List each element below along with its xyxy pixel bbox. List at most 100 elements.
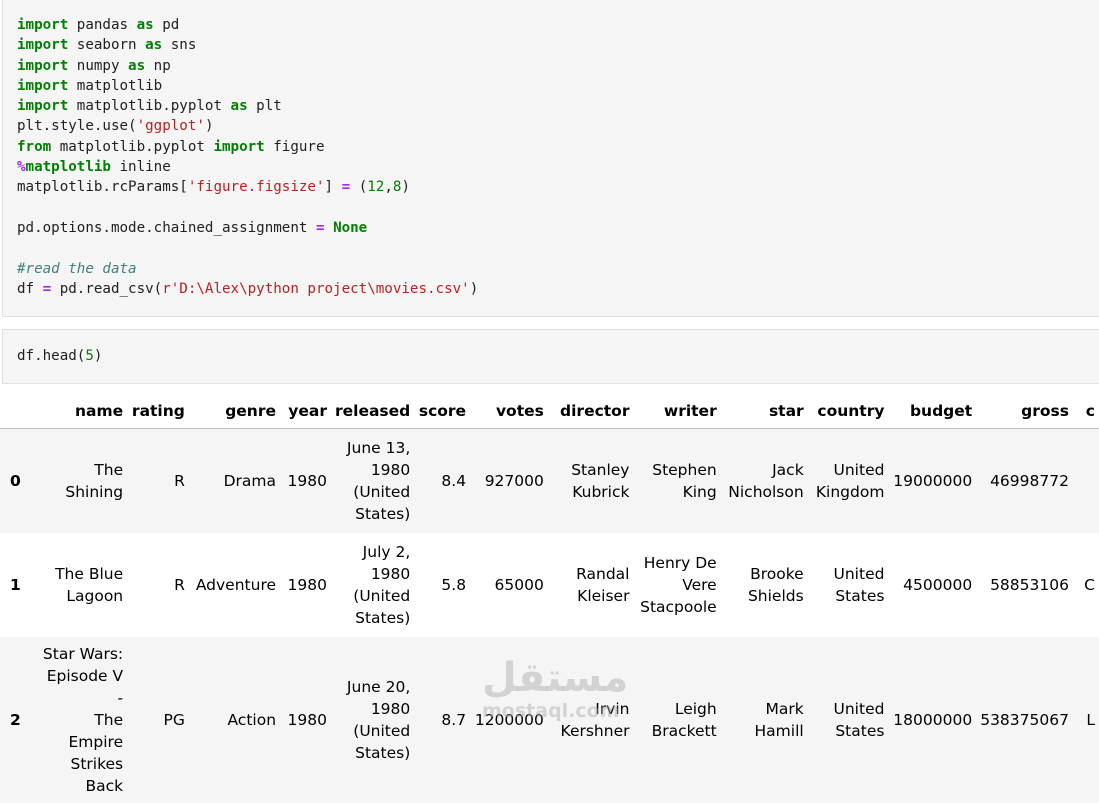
code-token: import [17,57,69,74]
table-cell: United States [833,564,885,605]
code-token: matplotlib.pyplot [51,138,214,155]
code-line: %matplotlib inline [17,159,171,175]
row-index: 2 [10,710,21,729]
table-cell: June 13, 1980 (United States) [346,438,411,523]
column-header: votes [470,396,548,429]
code-line: import pandas as pd [17,17,179,33]
table-cell: Adventure [195,575,277,594]
code-token: np [145,57,171,74]
table-cell: Stephen King [652,460,717,501]
code-token: 'figure.figsize' [187,179,325,196]
code-token: df.head( [17,348,86,364]
table-row: 1 The Blue Lagoon R Adventure 1980 July 2, 1980… [0,533,1099,637]
code-token: = [42,280,52,297]
code-token: plt [247,98,282,115]
code-token: import [17,98,69,115]
code-token: = [315,219,325,236]
code-line: import numpy as np [17,58,171,74]
code-token: plt.style.use( [17,118,137,135]
table-cell: 5.8 [441,575,467,594]
table-cell: 538375067 [980,710,1069,729]
code-token: pd [153,17,180,33]
column-header: rating [127,396,189,429]
column-header: budget [888,396,977,429]
table-cell: PG [163,710,185,729]
table-cell: 46998772 [990,471,1069,490]
table-cell: 1980 [287,471,327,490]
code-cell-imports[interactable]: import pandas as pd import seaborn as sn… [2,0,1099,317]
table-row: 2 Star Wars: Episode V - The Empire Strikes … [0,636,1099,803]
code-token: as [128,57,146,74]
table-cell: United States [833,699,885,740]
code-token: sns [162,37,197,54]
code-token: 'ggplot' [136,118,205,135]
column-header: name [34,396,128,429]
code-token: % [17,159,26,176]
table-cell: R [174,575,185,594]
code-token: 12 [367,179,385,196]
code-token: , [384,179,393,196]
table-cell: Irvin Kershner [560,699,630,740]
code-token: from [17,138,52,155]
table-cell: Mark Hamill [754,699,804,740]
column-header: country [807,396,889,429]
code-token: as [145,37,163,54]
table-cell: Henry De Vere Stacpoole [640,553,717,616]
table-cell: 8.4 [441,471,467,490]
column-header: year [280,396,331,429]
table-cell: 18000000 [893,710,973,729]
code-line: #read the data [17,261,137,277]
column-header: director [547,396,634,429]
code-token: #read the data [17,260,137,277]
code-token: as [230,98,248,115]
code-token: seaborn [68,37,146,54]
code-token: matplotlib [68,77,163,94]
code-token: ) [93,348,103,364]
table-cell: Brooke Shields [747,564,804,605]
code-token: ] [324,179,342,196]
table-cell: Drama [223,471,277,490]
table-cell: 58853106 [990,575,1069,594]
dataframe-header-row: name rating genre year released score vo… [0,396,1099,429]
code-token: ) [204,118,214,135]
row-index: 0 [10,471,21,490]
code-token: import [213,138,265,155]
table-cell: Randal Kleiser [576,564,630,605]
column-header: writer [633,396,721,429]
table-cell: 65000 [494,575,544,594]
table-cell: 1980 [287,575,327,594]
code-token: ) [401,179,410,196]
code-line: import matplotlib.pyplot as plt [17,98,282,114]
code-token: figure [264,138,325,155]
table-cell: 8.7 [441,710,467,729]
table-cell: Stanley Kubrick [571,460,630,501]
code-token: ) [469,280,479,297]
code-token: pd.read_csv( [51,280,163,297]
code-token: import [17,17,69,33]
code-token: 5 [85,348,94,364]
table-cell: Star Wars: Episode V - The Empire Strikes B… [42,644,124,795]
table-cell: Leigh Brackett [651,699,717,740]
code-line: from matplotlib.pyplot import figure [17,139,325,155]
code-token: inline [110,159,171,176]
column-header: gross [976,396,1073,429]
dataframe-output: name rating genre year released score vo… [0,396,1099,803]
code-line: pd.options.mode.chained_assignment = Non… [17,220,367,236]
table-row: 0 The Shining R Drama 1980 June 13, 1980 (Unite… [0,428,1099,533]
code-token: r'D:\Alex\python project\movies.csv' [162,280,470,297]
code-cell-head[interactable]: df.head(5) [2,329,1099,384]
code-line: df = pd.read_csv(r'D:\Alex\python projec… [17,281,478,297]
code-line: import seaborn as sns [17,37,196,53]
table-cell: Action [227,710,277,729]
table-cell: 1200000 [474,710,544,729]
column-header: star [720,396,808,429]
code-token: None [333,219,368,236]
index-header [0,396,35,429]
code-editor[interactable]: df.head(5) [3,330,1099,366]
code-token: ( [350,179,368,196]
table-cell: The Blue Lagoon [55,564,124,605]
code-editor[interactable]: import pandas as pd import seaborn as sn… [3,0,1099,299]
code-token: = [341,179,351,196]
code-token: pd.options.mode.chained_assignment [17,219,316,236]
